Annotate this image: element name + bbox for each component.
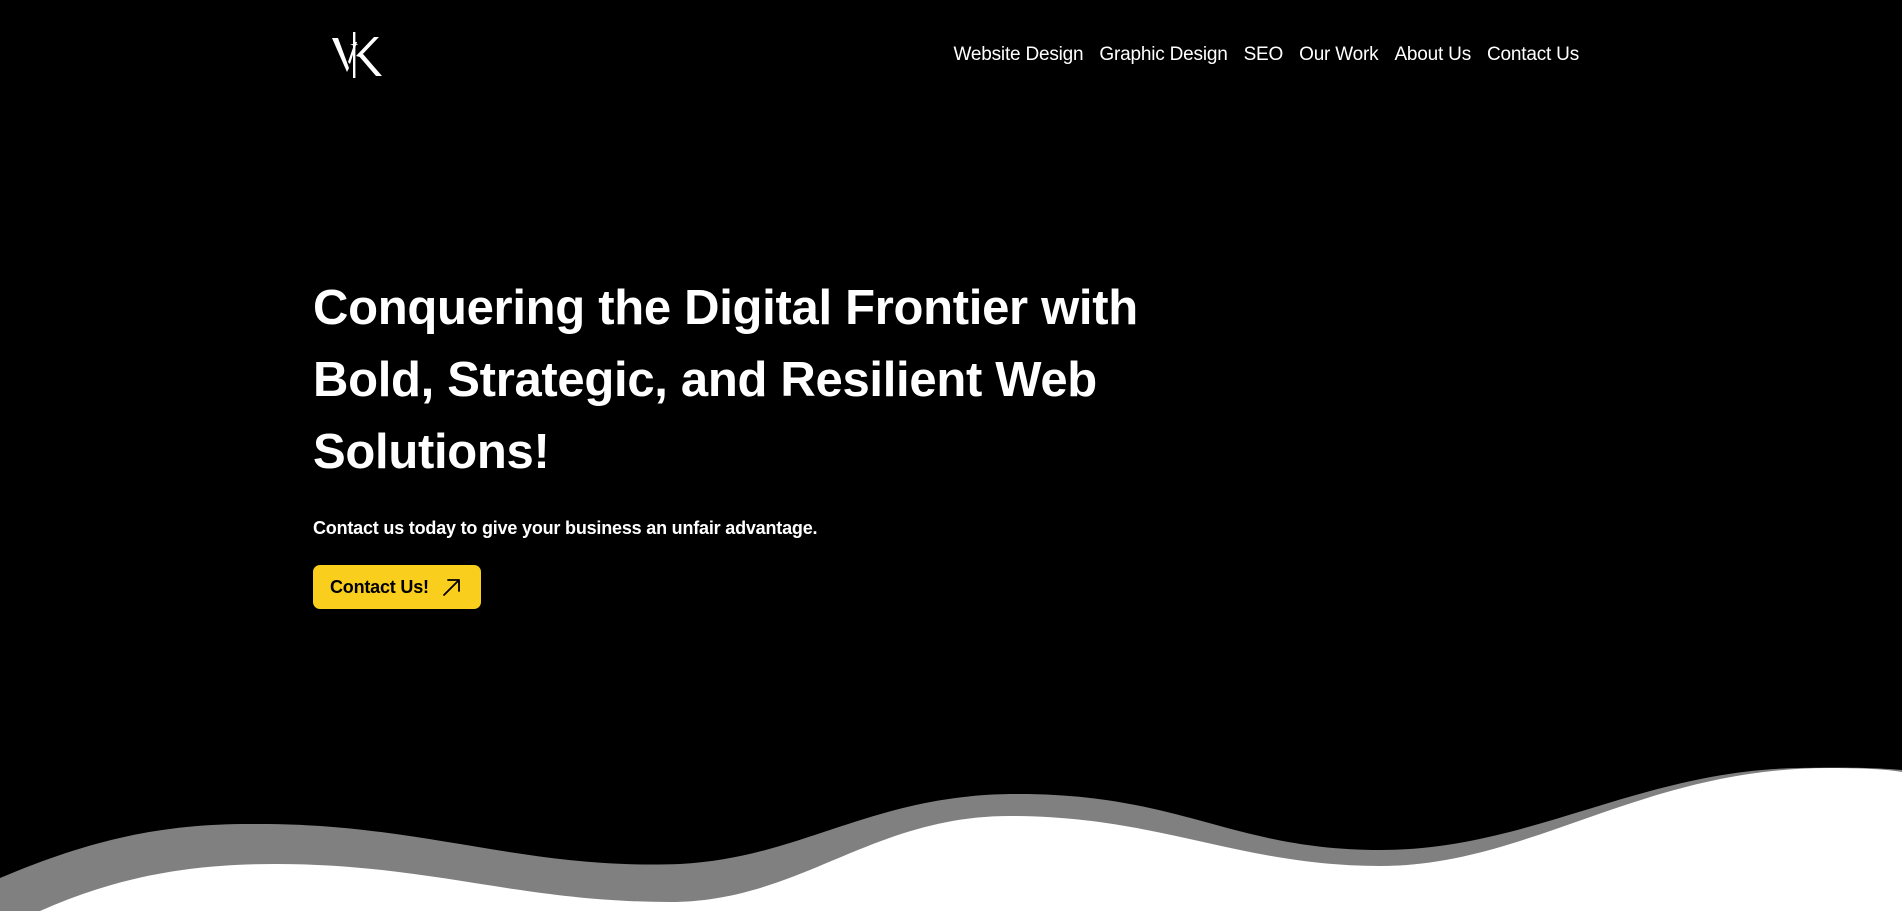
hero-heading-line: Bold, Strategic, and Resilient Web [313, 353, 1097, 407]
nav-seo[interactable]: SEO [1244, 43, 1284, 67]
decorative-waves [0, 767, 1902, 911]
contact-us-button[interactable]: Contact Us! [313, 565, 481, 609]
hero-heading-line: Solutions! [313, 425, 550, 479]
hero-heading: Conquering the Digital Frontier with Bol… [313, 272, 1213, 488]
arrow-up-right-icon [442, 579, 460, 596]
site-header: Website Design Graphic Design SEO Our Wo… [0, 0, 1902, 110]
vk-logo-icon [332, 32, 382, 78]
main-nav: Website Design Graphic Design SEO Our Wo… [954, 43, 1580, 67]
nav-contact-us[interactable]: Contact Us [1487, 43, 1579, 67]
contact-us-button-label: Contact Us! [330, 576, 429, 597]
nav-graphic-design[interactable]: Graphic Design [1099, 43, 1227, 67]
nav-about-us[interactable]: About Us [1394, 43, 1471, 67]
hero-subheading: Contact us today to give your business a… [313, 518, 818, 538]
hero-heading-line: Conquering the Digital Frontier with [313, 281, 1138, 335]
nav-website-design[interactable]: Website Design [954, 43, 1084, 67]
nav-our-work[interactable]: Our Work [1299, 43, 1379, 67]
hero-section: Conquering the Digital Frontier with Bol… [313, 272, 1213, 540]
